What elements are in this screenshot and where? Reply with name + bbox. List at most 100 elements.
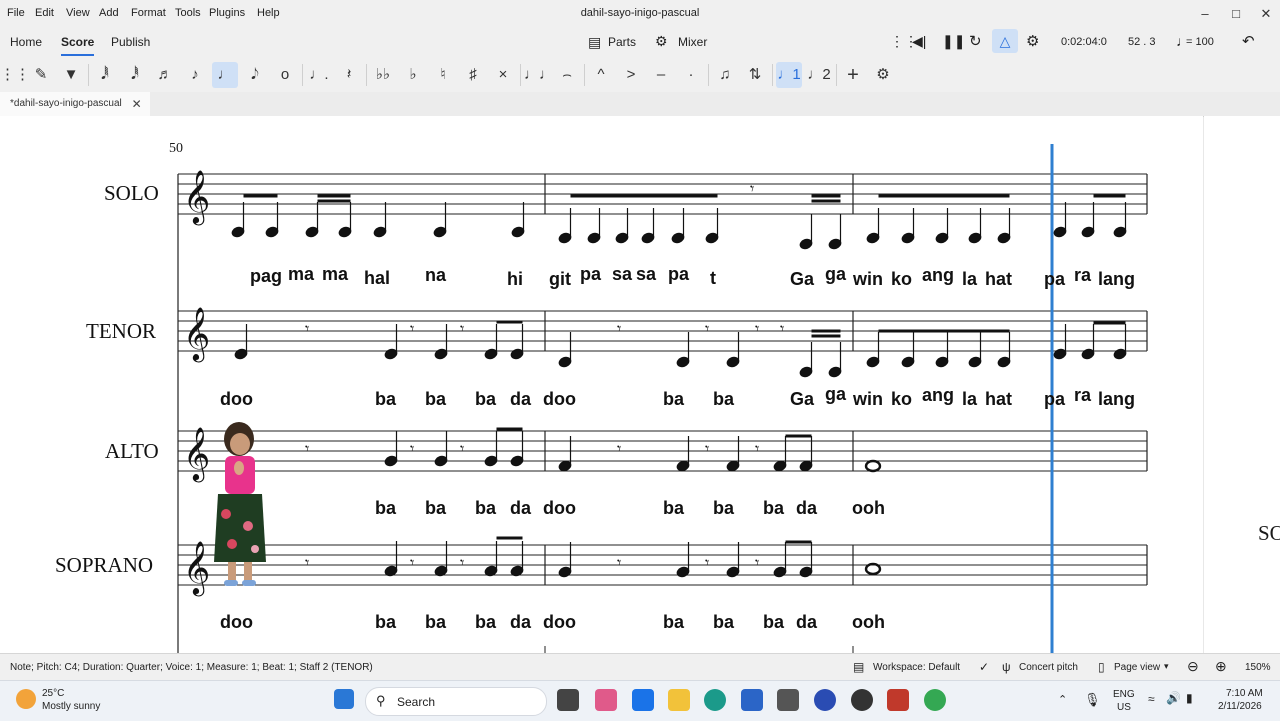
lyric-syllable[interactable]: da: [510, 498, 531, 519]
lyric-syllable[interactable]: hal: [364, 268, 390, 289]
menu-help[interactable]: Help: [257, 7, 280, 19]
menu-file[interactable]: File: [7, 7, 25, 19]
lyric-syllable[interactable]: win: [853, 389, 883, 410]
lyric-syllable[interactable]: win: [853, 269, 883, 290]
tab-home[interactable]: Home: [10, 35, 42, 49]
tuplet-icon[interactable]: ♫: [712, 62, 738, 88]
tenuto-icon[interactable]: –: [648, 62, 674, 88]
voice-2-icon[interactable]: ♩2: [806, 62, 832, 88]
tab-publish[interactable]: Publish: [111, 35, 150, 49]
duration-whole-icon[interactable]: o: [272, 62, 298, 88]
weather-temp[interactable]: 25°C: [42, 688, 64, 699]
lyric-syllable[interactable]: doo: [543, 612, 576, 633]
lyric-syllable[interactable]: git: [549, 269, 571, 290]
language-code[interactable]: ENG: [1113, 689, 1135, 700]
loop-icon[interactable]: ↻: [969, 32, 982, 50]
input-mode-icon[interactable]: ▼: [58, 62, 84, 88]
staff-system[interactable]: 𝄞 𝄞 𝄞 𝄞 𝄾 𝄾 𝄾 𝄾 𝄾 𝄾 𝄾 𝄾 𝄾 𝄾 𝄾 𝄾 𝄾 𝄾 𝄾 𝄾 𝄾 𝄾 𝄾 𝄾: [0, 116, 1203, 653]
musescore-icon[interactable]: [814, 689, 836, 711]
double-flat-icon[interactable]: ♭♭: [370, 62, 396, 88]
weather-icon[interactable]: [16, 689, 36, 709]
close-tab-icon[interactable]: ✕: [132, 92, 142, 116]
lyric-syllable[interactable]: doo: [543, 389, 576, 410]
lyric-syllable[interactable]: ko: [891, 269, 912, 290]
taskbar-search[interactable]: ⚲ Search: [365, 687, 547, 716]
zoom-level[interactable]: 150%: [1245, 662, 1271, 673]
lyric-syllable[interactable]: hat: [985, 269, 1012, 290]
lyric-syllable[interactable]: ba: [475, 612, 496, 633]
store-icon[interactable]: [741, 689, 763, 711]
lyric-syllable[interactable]: la: [962, 269, 977, 290]
lyric-syllable[interactable]: doo: [220, 389, 253, 410]
lyric-syllable[interactable]: ba: [425, 389, 446, 410]
voice-1-icon[interactable]: ♩1: [776, 62, 802, 88]
duration-half-icon[interactable]: 𝅘𝅥𝅮: [242, 62, 268, 88]
menu-plugins[interactable]: Plugins: [209, 7, 245, 19]
close-icon[interactable]: ✕: [1254, 4, 1278, 24]
chrome-icon[interactable]: [924, 689, 946, 711]
lyric-syllable[interactable]: ang: [922, 385, 954, 406]
weather-description[interactable]: Mostly sunny: [42, 701, 100, 712]
lyric-syllable[interactable]: sa: [612, 264, 632, 285]
lyric-syllable[interactable]: la: [962, 389, 977, 410]
staccato-icon[interactable]: ·: [678, 62, 704, 88]
duration-eighth-icon[interactable]: ♪: [182, 62, 208, 88]
lyric-syllable[interactable]: doo: [220, 612, 253, 633]
edge-icon[interactable]: [704, 689, 726, 711]
lyric-syllable[interactable]: ba: [425, 612, 446, 633]
rewind-icon[interactable]: ◀|: [912, 33, 926, 50]
play-icon[interactable]: ❚❚: [942, 33, 965, 50]
tab-score[interactable]: Score: [61, 35, 95, 56]
lyric-syllable[interactable]: ko: [891, 389, 912, 410]
lyric-syllable[interactable]: da: [510, 612, 531, 633]
mixer-button[interactable]: Mixer: [678, 35, 707, 49]
lyric-syllable[interactable]: ba: [425, 498, 446, 519]
lyric-syllable[interactable]: ba: [713, 389, 734, 410]
toolbar-handle-icon[interactable]: ⋮⋮: [0, 62, 30, 88]
lyric-syllable[interactable]: ang: [922, 265, 954, 286]
workspace-selector[interactable]: Workspace: Default: [873, 662, 960, 673]
lyric-syllable[interactable]: ra: [1074, 265, 1091, 286]
lyric-syllable[interactable]: ba: [713, 498, 734, 519]
lyric-syllable[interactable]: Ga: [790, 269, 814, 290]
dropbox-icon[interactable]: [632, 689, 654, 711]
lyric-syllable[interactable]: ga: [825, 264, 846, 285]
toolbar-settings-icon[interactable]: ⚙: [870, 62, 896, 88]
lyric-syllable[interactable]: ma: [322, 264, 348, 285]
duration-quarter-icon[interactable]: ♩: [212, 62, 238, 88]
lyric-syllable[interactable]: da: [796, 498, 817, 519]
sharp-icon[interactable]: ♯: [460, 62, 486, 88]
lyric-syllable[interactable]: na: [425, 265, 446, 286]
duration-32nd-icon[interactable]: 𝅘𝅥𝅱: [122, 62, 148, 88]
lyric-syllable[interactable]: pa: [1044, 269, 1065, 290]
lyric-syllable[interactable]: ra: [1074, 385, 1091, 406]
lyric-syllable[interactable]: ba: [763, 498, 784, 519]
clock-time[interactable]: 7:10 AM: [1226, 688, 1263, 699]
copilot-icon[interactable]: [595, 689, 617, 711]
parts-button[interactable]: Parts: [608, 35, 636, 49]
app-icon[interactable]: [851, 689, 873, 711]
undo-icon[interactable]: ↶: [1242, 32, 1255, 50]
amazon-icon[interactable]: [777, 689, 799, 711]
concert-pitch-toggle[interactable]: Concert pitch: [1019, 662, 1078, 673]
lyric-syllable[interactable]: ma: [288, 264, 314, 285]
score-next-page[interactable]: SO: [1204, 116, 1280, 653]
lyric-syllable[interactable]: Ga: [790, 389, 814, 410]
region-code[interactable]: US: [1117, 702, 1131, 713]
page-view-selector[interactable]: Page view: [1114, 662, 1160, 673]
minimize-icon[interactable]: –: [1193, 4, 1217, 24]
add-icon[interactable]: +: [840, 62, 866, 88]
chevron-down-icon[interactable]: ▾: [1164, 661, 1169, 672]
duration-64th-icon[interactable]: 𝅘𝅥𝅲: [92, 62, 118, 88]
lyric-syllable[interactable]: ba: [375, 389, 396, 410]
tie-icon[interactable]: ♩♩: [524, 62, 554, 88]
clock-date[interactable]: 2/11/2026: [1218, 701, 1262, 712]
battery-icon[interactable]: ▮: [1186, 691, 1193, 705]
accent-icon[interactable]: >: [618, 62, 644, 88]
lyric-syllable[interactable]: ba: [375, 498, 396, 519]
wifi-icon[interactable]: ≈: [1148, 692, 1155, 706]
duration-16th-icon[interactable]: ♬: [152, 62, 178, 88]
file-explorer-icon[interactable]: [668, 689, 690, 711]
lyric-syllable[interactable]: hi: [507, 269, 523, 290]
metronome-icon[interactable]: △: [992, 29, 1018, 53]
